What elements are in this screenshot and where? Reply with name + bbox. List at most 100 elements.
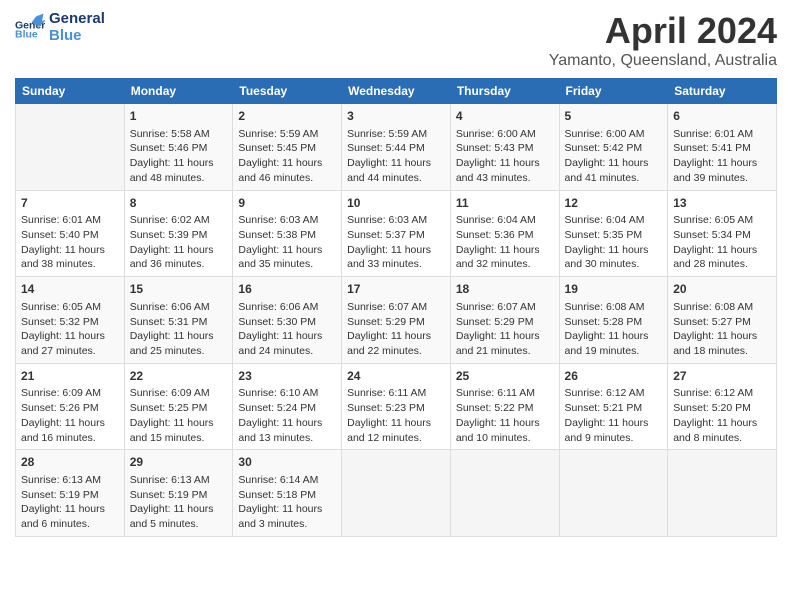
calendar-cell: 12Sunrise: 6:04 AM Sunset: 5:35 PM Dayli… (559, 190, 668, 277)
day-info: Sunrise: 6:07 AM Sunset: 5:29 PM Dayligh… (456, 300, 554, 359)
day-info: Sunrise: 6:06 AM Sunset: 5:30 PM Dayligh… (238, 300, 336, 359)
day-info: Sunrise: 6:10 AM Sunset: 5:24 PM Dayligh… (238, 386, 336, 445)
logo-icon: General Blue (15, 13, 45, 41)
logo-blue: Blue (49, 27, 105, 44)
day-number: 28 (21, 454, 119, 471)
day-number: 21 (21, 368, 119, 385)
calendar-cell (16, 104, 125, 191)
calendar-cell (559, 450, 668, 537)
calendar-cell: 5 Sunrise: 6:00 AM Sunset: 5:42 PM Daylig… (559, 104, 668, 191)
day-number: 18 (456, 281, 554, 298)
calendar-week-row: 7Sunrise: 6:01 AM Sunset: 5:40 PM Daylig… (16, 190, 777, 277)
day-number: 2 (238, 108, 336, 125)
weekday-header-sunday: Sunday (16, 79, 125, 104)
day-info: Sunrise: 5:59 AM Sunset: 5:44 PM Dayligh… (347, 127, 445, 186)
calendar-week-row: 28 Sunrise: 6:13 AM Sunset: 5:19 PM Dayli… (16, 450, 777, 537)
calendar-header-row: SundayMondayTuesdayWednesdayThursdayFrid… (16, 79, 777, 104)
day-number: 7 (21, 195, 119, 212)
day-info: Sunrise: 6:00 AM Sunset: 5:42 PM Dayligh… (565, 127, 663, 186)
day-info: Sunrise: 6:03 AM Sunset: 5:38 PM Dayligh… (238, 213, 336, 272)
day-number: 13 (673, 195, 771, 212)
day-info: Sunrise: 6:07 AM Sunset: 5:29 PM Dayligh… (347, 300, 445, 359)
day-info: Sunrise: 6:11 AM Sunset: 5:23 PM Dayligh… (347, 386, 445, 445)
weekday-header-monday: Monday (124, 79, 233, 104)
day-number: 4 (456, 108, 554, 125)
calendar-week-row: 14Sunrise: 6:05 AM Sunset: 5:32 PM Dayli… (16, 277, 777, 364)
day-info: Sunrise: 6:01 AM Sunset: 5:40 PM Dayligh… (21, 213, 119, 272)
logo-general: General (49, 10, 105, 27)
day-number: 30 (238, 454, 336, 471)
day-number: 6 (673, 108, 771, 125)
weekday-header-tuesday: Tuesday (233, 79, 342, 104)
day-info: Sunrise: 6:13 AM Sunset: 5:19 PM Dayligh… (21, 473, 119, 532)
day-number: 19 (565, 281, 663, 298)
day-number: 12 (565, 195, 663, 212)
weekday-header-friday: Friday (559, 79, 668, 104)
day-info: Sunrise: 6:12 AM Sunset: 5:21 PM Dayligh… (565, 386, 663, 445)
calendar-cell: 26Sunrise: 6:12 AM Sunset: 5:21 PM Dayli… (559, 363, 668, 450)
calendar-title-area: April 2024 Yamanto, Queensland, Australi… (549, 10, 777, 70)
day-number: 20 (673, 281, 771, 298)
day-info: Sunrise: 6:01 AM Sunset: 5:41 PM Dayligh… (673, 127, 771, 186)
calendar-cell: 14Sunrise: 6:05 AM Sunset: 5:32 PM Dayli… (16, 277, 125, 364)
day-info: Sunrise: 6:00 AM Sunset: 5:43 PM Dayligh… (456, 127, 554, 186)
day-info: Sunrise: 6:05 AM Sunset: 5:32 PM Dayligh… (21, 300, 119, 359)
day-number: 1 (130, 108, 228, 125)
day-number: 5 (565, 108, 663, 125)
calendar-cell: 27Sunrise: 6:12 AM Sunset: 5:20 PM Dayli… (668, 363, 777, 450)
day-number: 15 (130, 281, 228, 298)
svg-text:Blue: Blue (15, 29, 38, 41)
day-info: Sunrise: 6:08 AM Sunset: 5:27 PM Dayligh… (673, 300, 771, 359)
day-number: 16 (238, 281, 336, 298)
day-number: 10 (347, 195, 445, 212)
day-info: Sunrise: 6:06 AM Sunset: 5:31 PM Dayligh… (130, 300, 228, 359)
calendar-cell (450, 450, 559, 537)
calendar-cell: 3 Sunrise: 5:59 AM Sunset: 5:44 PM Daylig… (342, 104, 451, 191)
day-info: Sunrise: 6:11 AM Sunset: 5:22 PM Dayligh… (456, 386, 554, 445)
day-info: Sunrise: 6:13 AM Sunset: 5:19 PM Dayligh… (130, 473, 228, 532)
calendar-table: SundayMondayTuesdayWednesdayThursdayFrid… (15, 78, 777, 537)
day-number: 11 (456, 195, 554, 212)
day-number: 26 (565, 368, 663, 385)
day-number: 3 (347, 108, 445, 125)
day-number: 27 (673, 368, 771, 385)
day-number: 22 (130, 368, 228, 385)
calendar-cell: 30Sunrise: 6:14 AM Sunset: 5:18 PM Dayli… (233, 450, 342, 537)
day-info: Sunrise: 5:58 AM Sunset: 5:46 PM Dayligh… (130, 127, 228, 186)
day-info: Sunrise: 6:05 AM Sunset: 5:34 PM Dayligh… (673, 213, 771, 272)
calendar-cell: 1 Sunrise: 5:58 AM Sunset: 5:46 PM Daylig… (124, 104, 233, 191)
day-info: Sunrise: 5:59 AM Sunset: 5:45 PM Dayligh… (238, 127, 336, 186)
calendar-cell: 24Sunrise: 6:11 AM Sunset: 5:23 PM Dayli… (342, 363, 451, 450)
page-header: General Blue General Blue April 2024 Yam… (15, 10, 777, 70)
day-info: Sunrise: 6:12 AM Sunset: 5:20 PM Dayligh… (673, 386, 771, 445)
calendar-cell: 23Sunrise: 6:10 AM Sunset: 5:24 PM Dayli… (233, 363, 342, 450)
day-info: Sunrise: 6:09 AM Sunset: 5:26 PM Dayligh… (21, 386, 119, 445)
calendar-cell (668, 450, 777, 537)
calendar-cell: 15 Sunrise: 6:06 AM Sunset: 5:31 PM Dayli… (124, 277, 233, 364)
calendar-cell: 11Sunrise: 6:04 AM Sunset: 5:36 PM Dayli… (450, 190, 559, 277)
day-number: 29 (130, 454, 228, 471)
calendar-cell: 10Sunrise: 6:03 AM Sunset: 5:37 PM Dayli… (342, 190, 451, 277)
calendar-cell: 9Sunrise: 6:03 AM Sunset: 5:38 PM Daylig… (233, 190, 342, 277)
weekday-header-saturday: Saturday (668, 79, 777, 104)
calendar-cell: 2 Sunrise: 5:59 AM Sunset: 5:45 PM Daylig… (233, 104, 342, 191)
calendar-cell: 17Sunrise: 6:07 AM Sunset: 5:29 PM Dayli… (342, 277, 451, 364)
day-info: Sunrise: 6:02 AM Sunset: 5:39 PM Dayligh… (130, 213, 228, 272)
day-info: Sunrise: 6:09 AM Sunset: 5:25 PM Dayligh… (130, 386, 228, 445)
logo: General Blue General Blue (15, 10, 105, 44)
calendar-cell (342, 450, 451, 537)
day-number: 24 (347, 368, 445, 385)
day-number: 8 (130, 195, 228, 212)
calendar-cell: 19Sunrise: 6:08 AM Sunset: 5:28 PM Dayli… (559, 277, 668, 364)
weekday-header-wednesday: Wednesday (342, 79, 451, 104)
calendar-cell: 8Sunrise: 6:02 AM Sunset: 5:39 PM Daylig… (124, 190, 233, 277)
calendar-cell: 6 Sunrise: 6:01 AM Sunset: 5:41 PM Daylig… (668, 104, 777, 191)
calendar-cell: 16 Sunrise: 6:06 AM Sunset: 5:30 PM Dayli… (233, 277, 342, 364)
calendar-cell: 18 Sunrise: 6:07 AM Sunset: 5:29 PM Dayli… (450, 277, 559, 364)
calendar-cell: 25Sunrise: 6:11 AM Sunset: 5:22 PM Dayli… (450, 363, 559, 450)
calendar-cell: 28 Sunrise: 6:13 AM Sunset: 5:19 PM Dayli… (16, 450, 125, 537)
day-info: Sunrise: 6:04 AM Sunset: 5:35 PM Dayligh… (565, 213, 663, 272)
calendar-cell: 20 Sunrise: 6:08 AM Sunset: 5:27 PM Dayli… (668, 277, 777, 364)
day-number: 23 (238, 368, 336, 385)
calendar-week-row: 21Sunrise: 6:09 AM Sunset: 5:26 PM Dayli… (16, 363, 777, 450)
